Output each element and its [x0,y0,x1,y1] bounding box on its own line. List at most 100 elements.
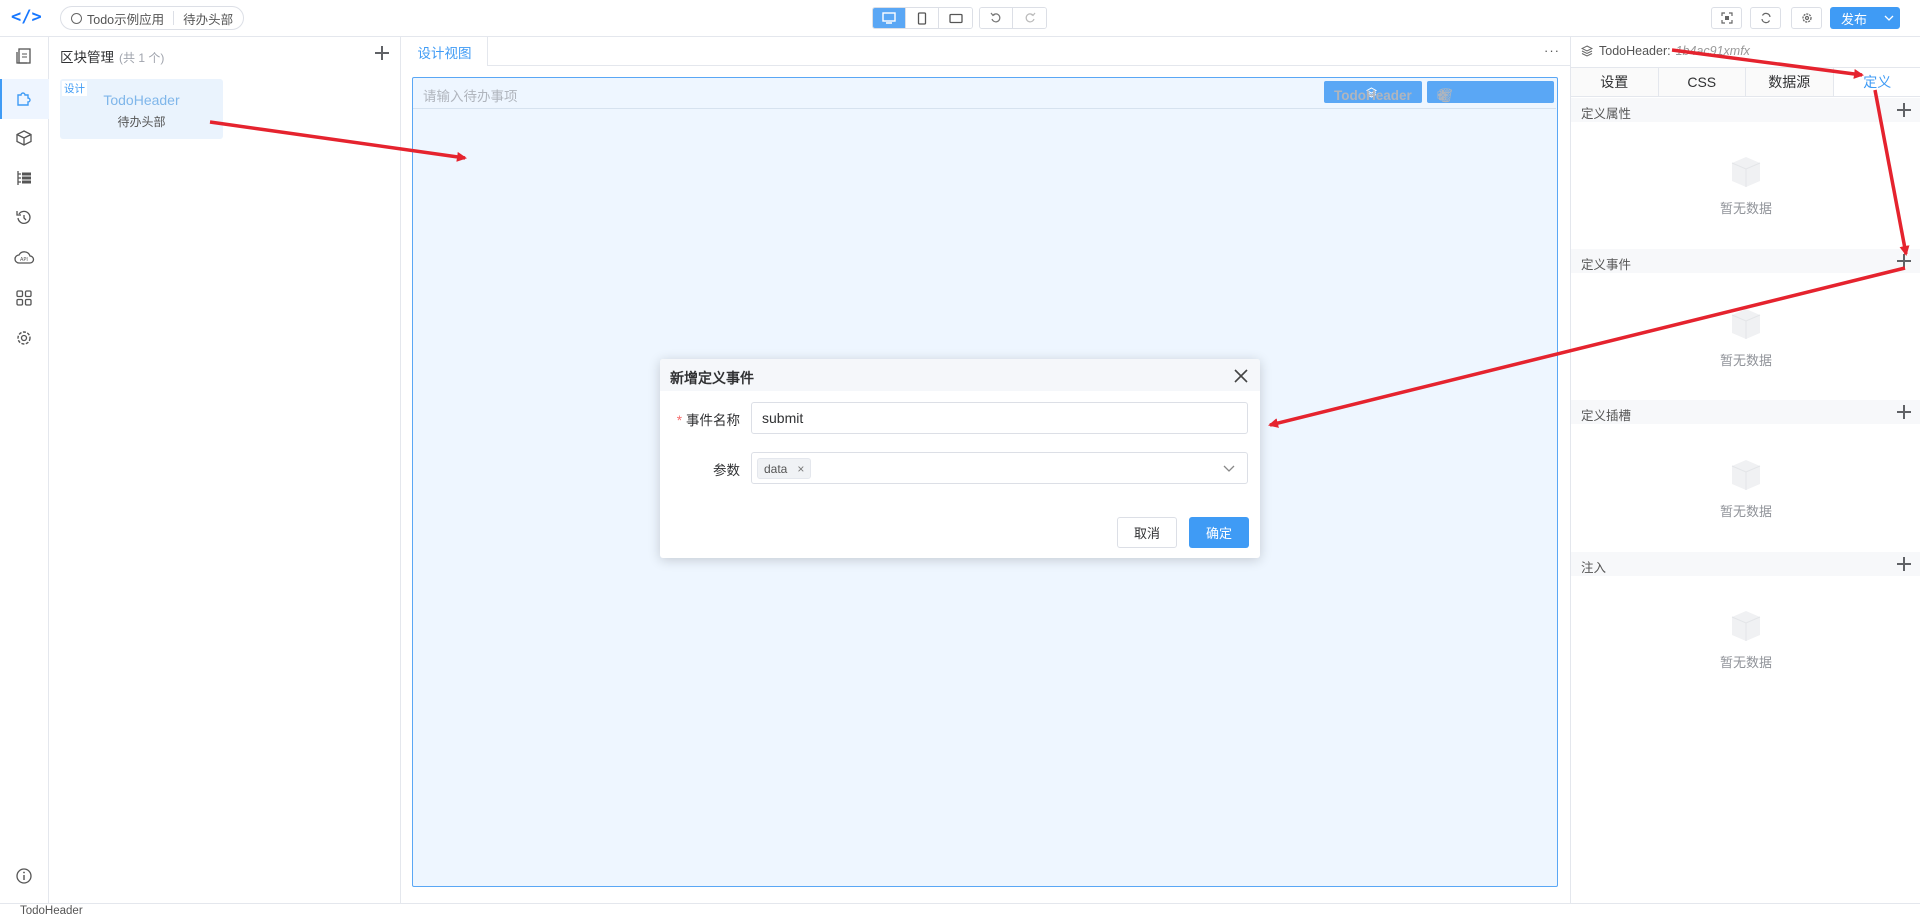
refresh-icon [1760,12,1771,24]
cube-icon[interactable] [12,126,36,150]
component-header: TodoHeader: 1b4ac91xmfx [1581,44,1750,58]
section-inject: 注入 [1571,552,1920,576]
add-event-dialog: 新增定义事件 * 事件名称 submit 参数 data × 取消 确定 [660,359,1260,558]
section-define-slots: 定义插槽 [1571,400,1920,424]
refresh-button[interactable] [1750,7,1781,29]
svg-text:API: API [20,257,28,263]
breadcrumb-page[interactable]: 待办头部 [183,9,233,28]
component-toolbar: ✛ ↑ ↓ ⧉ 🗑 [1427,81,1554,103]
breadcrumb-app[interactable]: Todo示例应用 [87,9,164,28]
empty-events: 暂无数据 [1571,301,1920,369]
top-bar: </> Todo示例应用 待办头部 发布 [0,0,1920,37]
settings-button[interactable] [1791,7,1822,29]
todo-input-preview[interactable]: 请输入待办事项 TodoHeader ✛ ↑ ↓ ⧉ 🗑 [413,78,1556,109]
gear-icon[interactable] [12,326,36,350]
more-options-icon[interactable]: ··· [1544,43,1560,58]
apps-grid-icon[interactable] [12,286,36,310]
redo-icon [1025,12,1035,23]
app-icon [71,12,82,24]
section-define-slots-title: 定义插槽 [1581,409,1632,423]
undo-button[interactable] [980,8,1013,28]
block-count: (共 1 个) [119,51,165,65]
view-tab-bar: 设计视图 ··· [402,37,1570,66]
right-panel: TodoHeader: 1b4ac91xmfx 设置 CSS 数据源 定义 定义… [1570,37,1920,903]
history-icon[interactable] [12,206,36,230]
pages-icon[interactable] [12,44,36,68]
required-mark: * [676,413,682,428]
property-tabs: 设置 CSS 数据源 定义 [1571,67,1920,97]
tablet-icon [948,13,963,23]
component-id: 1b4ac91xmfx [1675,44,1750,58]
tab-define[interactable]: 定义 [1833,68,1920,96]
component-name: TodoHeader: [1599,44,1671,58]
empty-props: 暂无数据 [1571,149,1920,217]
undo-icon [990,12,1001,23]
publish-button[interactable]: 发布 [1830,7,1878,29]
mobile-icon [917,11,927,25]
chevron-down-icon[interactable] [1223,465,1235,473]
empty-slots: 暂无数据 [1571,452,1920,520]
empty-box-icon [1731,460,1761,490]
event-name-label: * 事件名称 [670,409,740,429]
logo-code-icon[interactable]: </> [11,7,42,27]
screenshot-button[interactable] [1711,7,1742,29]
tab-css[interactable]: CSS [1658,68,1746,96]
component-tag[interactable]: TodoHeader [1324,81,1422,103]
add-event-plus-icon[interactable] [1897,254,1911,268]
puzzle-icon[interactable] [12,86,36,110]
close-icon[interactable] [1233,368,1249,384]
param-chip: data × [757,458,812,479]
scan-icon [1720,12,1733,24]
breadcrumb[interactable]: Todo示例应用 待办头部 [60,6,245,30]
empty-box-icon [1731,309,1761,339]
tablet-view-button[interactable] [939,8,972,28]
delete-icon[interactable]: 🗑 [1437,88,1454,104]
dialog-header: 新增定义事件 [660,359,1260,391]
device-toggle [872,7,973,29]
tree-icon[interactable] [12,166,36,190]
redo-button[interactable] [1013,8,1046,28]
tab-design-view[interactable]: 设计视图 [402,37,488,66]
chevron-down-icon [1884,15,1894,21]
layers-icon [1581,45,1593,57]
add-block-plus-icon[interactable] [375,46,389,60]
params-select[interactable]: data × [751,452,1248,484]
left-rail: API [0,37,49,903]
desktop-icon [882,12,896,24]
block-panel-title: 区块管理 (共 1 个) [60,46,164,66]
todo-input-placeholder: 请输入待办事项 [423,89,518,104]
section-define-events: 定义事件 [1571,249,1920,273]
tab-settings[interactable]: 设置 [1571,68,1659,96]
gear-icon [1801,13,1812,23]
status-text: TodoHeader [20,905,83,917]
tab-datasource[interactable]: 数据源 [1746,68,1834,96]
confirm-button[interactable]: 确定 [1189,517,1249,548]
event-name-input[interactable]: submit [751,402,1248,434]
empty-slots-text: 暂无数据 [1719,504,1772,519]
event-name-label-text: 事件名称 [686,413,740,428]
dialog-title: 新增定义事件 [670,370,754,386]
empty-box-icon [1731,611,1761,641]
add-slot-plus-icon[interactable] [1897,405,1911,419]
section-define-props-title: 定义属性 [1581,107,1632,121]
block-name: TodoHeader [103,92,180,108]
empty-inject-text: 暂无数据 [1719,655,1772,670]
add-inject-plus-icon[interactable] [1897,557,1911,571]
param-chip-label: data [764,461,788,476]
publish-dropdown-button[interactable] [1878,7,1900,29]
chip-close-icon[interactable]: × [797,462,804,476]
info-icon[interactable] [12,864,36,888]
add-prop-plus-icon[interactable] [1897,103,1911,117]
status-bar: TodoHeader [0,903,1920,919]
section-define-props: 定义属性 [1571,98,1920,122]
breadcrumb-divider [173,11,175,25]
cloud-api-icon[interactable]: API [12,246,36,270]
block-panel-title-text: 区块管理 [60,50,114,65]
empty-props-text: 暂无数据 [1719,201,1772,216]
params-label: 参数 [713,463,740,478]
block-card[interactable]: 设计 TodoHeader 待办头部 [60,79,223,139]
mobile-view-button[interactable] [906,8,939,28]
desktop-view-button[interactable] [873,8,906,28]
empty-box-icon [1731,157,1761,187]
cancel-button[interactable]: 取消 [1117,517,1177,548]
